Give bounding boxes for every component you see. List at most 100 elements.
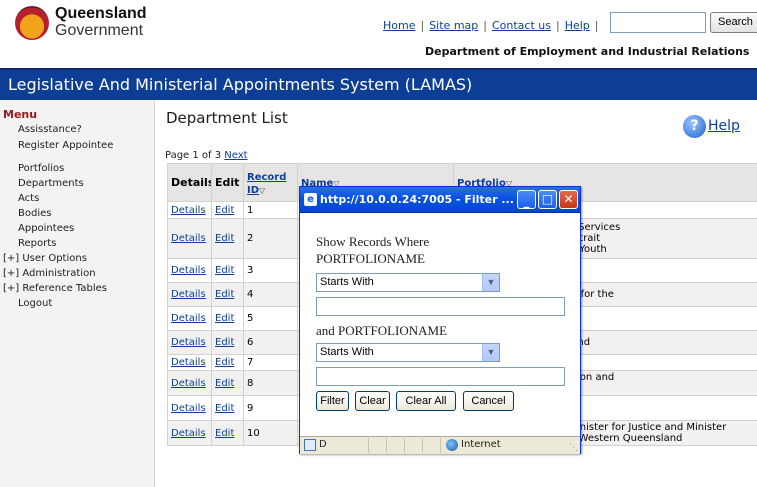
edit-link[interactable]: Edit: [211, 201, 244, 219]
details-link[interactable]: Details: [167, 201, 212, 219]
operator2-value: Starts With: [320, 346, 374, 358]
record-id-cell: 7: [243, 354, 298, 371]
menu-title: Menu: [3, 108, 38, 121]
qld-gov-logo[interactable]: Queensland Government: [15, 6, 155, 40]
resize-grip-icon[interactable]: ⋱: [569, 443, 578, 453]
status-divider: [368, 438, 369, 453]
sidebar-item-register-appointee[interactable]: Register Appointee: [18, 140, 113, 151]
edit-link-text[interactable]: Edit: [215, 289, 234, 300]
value2-input[interactable]: [316, 367, 565, 386]
edit-link-text[interactable]: Edit: [215, 205, 234, 216]
details-link[interactable]: Details: [167, 354, 212, 371]
operator1-value: Starts With: [320, 276, 374, 288]
sidebar-item-user-options[interactable]: [+] User Options: [3, 253, 87, 264]
details-link[interactable]: Details: [167, 258, 212, 283]
department-title: Department of Employment and Industrial …: [425, 45, 750, 58]
edit-link[interactable]: Edit: [211, 354, 244, 371]
details-link-text[interactable]: Details: [171, 289, 206, 300]
record-id-cell-text: 5: [247, 313, 254, 324]
operator1-select[interactable]: Starts With ▼: [316, 273, 500, 292]
edit-link-text[interactable]: Edit: [215, 403, 234, 414]
popup-titlebar[interactable]: e http://10.0.0.24:7005 - Filter ... _ □…: [300, 187, 580, 213]
zone-text: Internet: [461, 439, 501, 450]
edit-link-text[interactable]: Edit: [215, 313, 234, 324]
sidebar-item-bodies[interactable]: Bodies: [18, 208, 51, 219]
details-link[interactable]: Details: [167, 370, 212, 396]
sidebar-item-assistance[interactable]: Assisstance?: [18, 124, 82, 135]
col-details: Details: [167, 163, 212, 202]
status-divider: [422, 438, 423, 453]
status-text: D: [319, 439, 327, 450]
page-title: Department List: [166, 109, 288, 127]
link-help[interactable]: Help: [565, 19, 590, 32]
sort-record-id-link[interactable]: Record ID: [247, 172, 286, 196]
cancel-button[interactable]: Cancel: [463, 391, 514, 411]
next-page-link[interactable]: Next: [224, 150, 247, 161]
chevron-down-icon: ▼: [482, 274, 499, 291]
link-site-map[interactable]: Site map: [429, 19, 478, 32]
field2-label: and PORTFOLIONAME: [316, 323, 448, 338]
close-button[interactable]: ✕: [559, 190, 578, 209]
edit-link-text[interactable]: Edit: [215, 337, 234, 348]
chevron-down-icon: ▼: [482, 344, 499, 361]
details-link-text[interactable]: Details: [171, 403, 206, 414]
details-link-text[interactable]: Details: [171, 233, 206, 244]
sidebar-item-reports[interactable]: Reports: [18, 238, 56, 249]
edit-link-text[interactable]: Edit: [215, 233, 234, 244]
clear-all-button[interactable]: Clear All: [396, 391, 456, 411]
details-link-text[interactable]: Details: [171, 265, 206, 276]
edit-link[interactable]: Edit: [211, 420, 244, 446]
minimize-icon: _: [523, 194, 530, 208]
sidebar-item-portfolios[interactable]: Portfolios: [18, 163, 64, 174]
filter-button[interactable]: Filter: [316, 391, 349, 411]
search-button[interactable]: Search: [710, 12, 757, 33]
minimize-button[interactable]: _: [517, 190, 536, 209]
sidebar-item-administration[interactable]: [+] Administration: [3, 268, 96, 279]
app-title-bar: Legislative And Ministerial Appointments…: [0, 68, 757, 100]
col-record-id[interactable]: Record ID▽: [243, 163, 298, 202]
edit-link[interactable]: Edit: [211, 395, 244, 421]
details-link-text[interactable]: Details: [171, 313, 206, 324]
sidebar-menu: Menu Assisstance? Register Appointee Por…: [0, 100, 155, 487]
record-id-cell-text: 2: [247, 233, 254, 244]
status-divider: [440, 438, 441, 453]
logo-text-government: Government: [55, 22, 144, 39]
edit-link[interactable]: Edit: [211, 218, 244, 259]
details-link-text[interactable]: Details: [171, 337, 206, 348]
details-link-text[interactable]: Details: [171, 378, 206, 389]
details-link-text[interactable]: Details: [171, 357, 206, 368]
operator2-select[interactable]: Starts With ▼: [316, 343, 500, 362]
value1-input[interactable]: [316, 297, 565, 316]
field1-label: PORTFOLIONAME: [316, 251, 426, 266]
details-link[interactable]: Details: [167, 306, 212, 331]
edit-link-text[interactable]: Edit: [215, 428, 234, 439]
clear-button[interactable]: Clear: [355, 391, 390, 411]
details-link-text[interactable]: Details: [171, 428, 206, 439]
link-contact-us[interactable]: Contact us: [492, 19, 551, 32]
edit-link[interactable]: Edit: [211, 330, 244, 355]
edit-link[interactable]: Edit: [211, 370, 244, 396]
sidebar-item-departments[interactable]: Departments: [18, 178, 84, 189]
record-id-cell-text: 9: [247, 402, 254, 414]
link-home[interactable]: Home: [383, 19, 415, 32]
sidebar-item-acts[interactable]: Acts: [18, 193, 39, 204]
search-input[interactable]: [610, 12, 706, 33]
details-link[interactable]: Details: [167, 282, 212, 307]
edit-link-text[interactable]: Edit: [215, 378, 234, 389]
details-link[interactable]: Details: [167, 395, 212, 421]
details-link-text[interactable]: Details: [171, 205, 206, 216]
edit-link[interactable]: Edit: [211, 306, 244, 331]
details-link[interactable]: Details: [167, 218, 212, 259]
details-link[interactable]: Details: [167, 420, 212, 446]
details-link[interactable]: Details: [167, 330, 212, 355]
status-divider: [386, 438, 387, 453]
sidebar-item-logout[interactable]: Logout: [18, 298, 52, 309]
edit-link[interactable]: Edit: [211, 258, 244, 283]
maximize-button[interactable]: □: [538, 190, 557, 209]
record-id-cell-text: 8: [247, 377, 254, 389]
edit-link[interactable]: Edit: [211, 282, 244, 307]
edit-link-text[interactable]: Edit: [215, 357, 234, 368]
edit-link-text[interactable]: Edit: [215, 265, 234, 276]
sidebar-item-appointees[interactable]: Appointees: [18, 223, 74, 234]
sidebar-item-reference-tables[interactable]: [+] Reference Tables: [3, 283, 107, 294]
